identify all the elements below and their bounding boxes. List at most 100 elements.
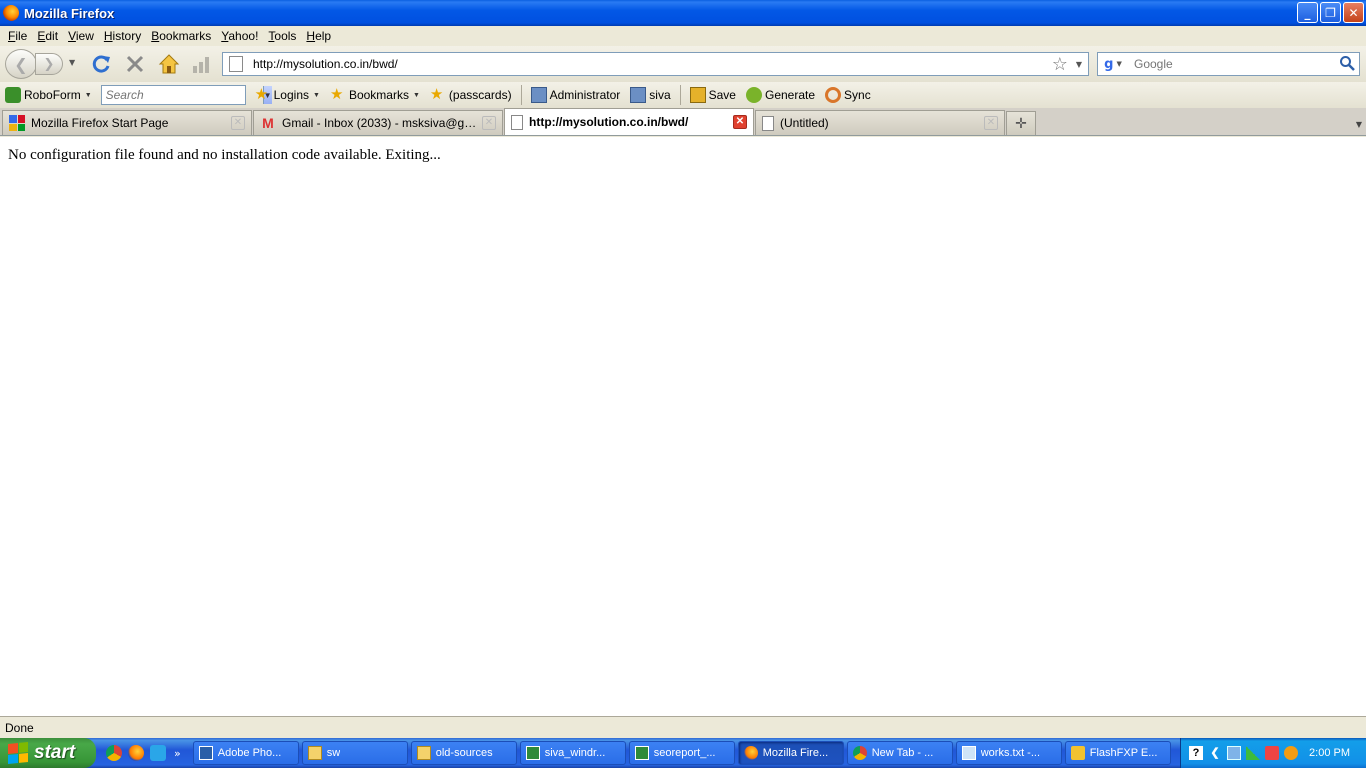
tab-strip: Mozilla Firefox Start Page ✕ M Gmail - I…: [0, 108, 1366, 136]
roboform-toolbar: RoboForm▼ ▼ ★ Logins▼ ★ Bookmarks▼ ★ (pa…: [0, 82, 1366, 108]
history-dropdown-icon[interactable]: ▼: [69, 58, 75, 67]
quick-launch-more-icon[interactable]: »: [174, 747, 181, 760]
mail-icon[interactable]: [1265, 746, 1279, 760]
menu-yahoo[interactable]: Yahoo!: [216, 29, 263, 43]
signal-icon[interactable]: [1246, 746, 1260, 760]
quick-launch: »: [106, 745, 187, 761]
navigation-toolbar: ❮ ❯ ▼ ☆ ▼ g▼: [0, 46, 1366, 82]
tab-close-button[interactable]: ✕: [984, 116, 998, 130]
task-folder-sw[interactable]: sw: [301, 741, 408, 765]
search-input[interactable]: [1134, 57, 1339, 71]
menu-history[interactable]: History: [99, 29, 146, 43]
new-tab-button[interactable]: ✛: [1006, 111, 1036, 135]
back-button[interactable]: ❮: [5, 49, 37, 79]
sync-button[interactable]: Sync: [820, 84, 876, 106]
tab-firefox-start-page[interactable]: Mozilla Firefox Start Page ✕: [2, 110, 252, 135]
menu-bookmarks[interactable]: Bookmarks: [146, 29, 216, 43]
help-icon[interactable]: ?: [1189, 746, 1203, 760]
clock: 2:00 PM: [1309, 747, 1350, 759]
forward-button[interactable]: ❯: [35, 53, 63, 75]
network-icon[interactable]: [1227, 746, 1241, 760]
task-flashfxp[interactable]: FlashFXP E...: [1064, 741, 1171, 765]
reload-button[interactable]: [89, 52, 113, 76]
gmail-icon: M: [262, 115, 274, 131]
generate-button[interactable]: Generate: [741, 84, 820, 106]
administrator-button[interactable]: Administrator: [526, 84, 626, 106]
roboform-icon: [5, 87, 21, 103]
logins-star-icon: ★: [254, 86, 269, 103]
roboform-menu-button[interactable]: RoboForm ▼: [0, 84, 97, 106]
logins-button[interactable]: ★ Logins ▼: [250, 84, 325, 106]
spreadsheet-icon: [525, 746, 540, 760]
menu-view[interactable]: View: [63, 29, 99, 43]
search-bar: g ▼: [1097, 52, 1360, 76]
toolbar-separator: [520, 85, 522, 105]
restore-button[interactable]: ❐: [1320, 2, 1341, 23]
window-controls: _ ❐ ✕: [1297, 2, 1364, 23]
task-mozilla-firefox[interactable]: Mozilla Fire...: [737, 741, 844, 765]
home-button[interactable]: [157, 52, 181, 76]
ie-icon[interactable]: [150, 745, 166, 761]
tray-expand-icon[interactable]: ❮: [1208, 746, 1222, 760]
passcards-button[interactable]: ★ (passcards): [425, 84, 517, 106]
page-icon: [511, 114, 523, 130]
google-icon: [9, 115, 25, 131]
save-button[interactable]: Save: [685, 84, 741, 106]
tab-mysolution[interactable]: http://mysolution.co.in/bwd/ ✕: [504, 108, 754, 135]
tab-close-button[interactable]: ✕: [733, 115, 747, 129]
status-text: Done: [5, 720, 34, 735]
error-message: No configuration file found and no insta…: [8, 147, 441, 163]
security-icon[interactable]: [1284, 746, 1298, 760]
system-tray: ? ❮ 2:00 PM: [1180, 738, 1366, 768]
search-magnifier-icon[interactable]: [1339, 55, 1355, 74]
notepad-icon: [961, 746, 976, 760]
menu-bar: File Edit View History Bookmarks Yahoo! …: [0, 26, 1366, 46]
passcards-star-icon: ★: [429, 86, 444, 103]
window-title: Mozilla Firefox: [24, 5, 115, 21]
siva-identity-button[interactable]: siva: [625, 84, 675, 106]
tab-close-button[interactable]: ✕: [231, 116, 245, 130]
page-load-bars-icon: [189, 52, 213, 76]
page-icon: [229, 56, 243, 72]
bookmarks-star-icon: ★: [329, 86, 344, 103]
roboform-search-input[interactable]: [105, 88, 263, 102]
task-works-txt[interactable]: works.txt -...: [955, 741, 1062, 765]
tab-untitled[interactable]: (Untitled) ✕: [755, 110, 1005, 135]
task-siva-windr[interactable]: siva_windr...: [519, 741, 626, 765]
windows-flag-icon: [8, 741, 28, 765]
google-engine-icon[interactable]: g ▼: [1100, 54, 1126, 74]
tab-close-button[interactable]: ✕: [482, 116, 496, 130]
folder-icon: [416, 746, 431, 760]
close-window-button[interactable]: ✕: [1343, 2, 1364, 23]
bookmark-star-icon[interactable]: ☆: [1052, 54, 1068, 75]
list-all-tabs-icon[interactable]: ▼: [1356, 120, 1362, 129]
chrome-icon[interactable]: [106, 745, 122, 761]
photoshop-icon: [198, 746, 213, 760]
url-dropdown-icon[interactable]: ▼: [1076, 60, 1082, 69]
start-button[interactable]: start: [0, 738, 96, 768]
sync-icon: [825, 87, 842, 103]
firefox-icon: [743, 746, 758, 760]
bookmarks-button[interactable]: ★ Bookmarks ▼: [325, 84, 425, 106]
taskbar: start » Adobe Pho... sw old-sources siva…: [0, 738, 1366, 768]
menu-edit[interactable]: Edit: [32, 29, 63, 43]
flashfxp-icon: [1070, 746, 1085, 760]
page-icon: [762, 115, 774, 131]
page-content: No configuration file found and no insta…: [0, 137, 1366, 716]
task-new-tab-chrome[interactable]: New Tab - ...: [846, 741, 953, 765]
reload-icon: [92, 55, 110, 73]
tab-gmail-inbox[interactable]: M Gmail - Inbox (2033) - msksiva@gmail.c…: [253, 110, 503, 135]
task-folder-old-sources[interactable]: old-sources: [410, 741, 517, 765]
task-buttons: Adobe Pho... sw old-sources siva_windr..…: [192, 741, 1171, 765]
menu-tools[interactable]: Tools: [263, 29, 301, 43]
menu-file[interactable]: File: [3, 29, 32, 43]
task-seoreport[interactable]: seoreport_...: [628, 741, 735, 765]
minimize-button[interactable]: _: [1297, 2, 1318, 23]
stop-button[interactable]: [123, 52, 147, 76]
url-input[interactable]: [253, 54, 1052, 74]
firefox-icon[interactable]: [128, 745, 144, 761]
task-adobe-photoshop[interactable]: Adobe Pho...: [192, 741, 299, 765]
save-icon: [689, 87, 706, 103]
menu-help[interactable]: Help: [301, 29, 336, 43]
toolbar-separator: [679, 85, 681, 105]
